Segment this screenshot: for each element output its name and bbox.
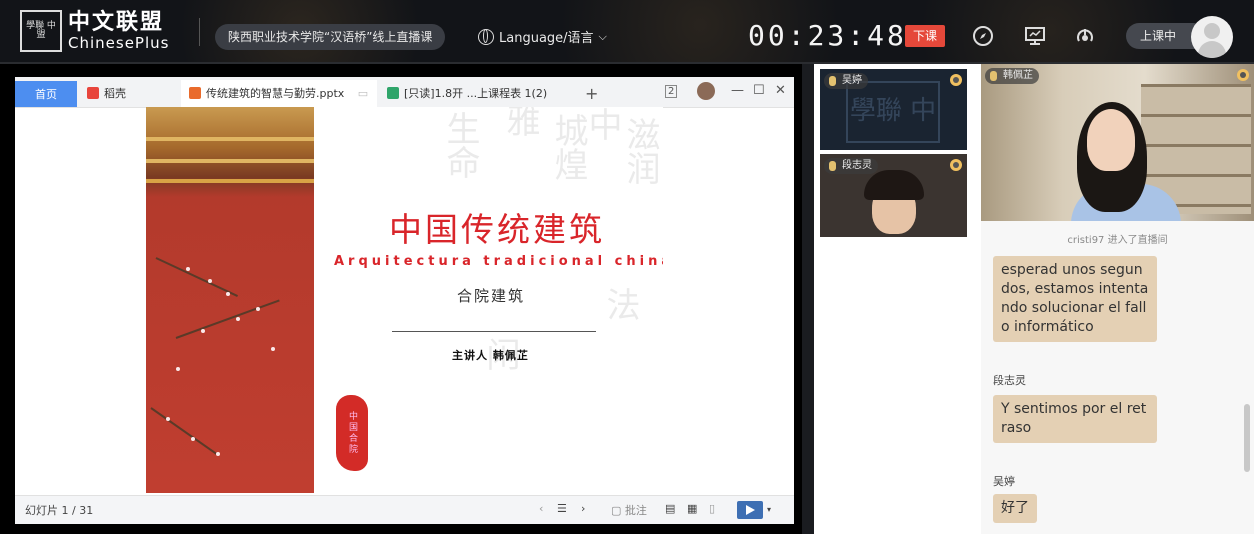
settings-icon[interactable] bbox=[950, 74, 962, 86]
slide-heading: 合院建筑 bbox=[457, 287, 526, 305]
panel-separator bbox=[802, 64, 814, 534]
participant-hair bbox=[864, 170, 924, 200]
participant-name: 段志灵 bbox=[824, 158, 878, 174]
slide-subtitle: Arquitectura tradicional china bbox=[334, 254, 663, 269]
settings-icon[interactable] bbox=[1237, 69, 1249, 81]
calligraphy-background: 法 bbox=[600, 287, 640, 321]
new-tab-button[interactable]: + bbox=[585, 80, 599, 107]
chat-message: Y sentimos por el retraso bbox=[993, 395, 1157, 443]
slide-canvas: 生命 雅 城煌 中 滋润 法 闲 中国传统建筑 Arquitectura tra… bbox=[146, 107, 663, 493]
tab-docer[interactable]: 稻壳 bbox=[83, 80, 183, 107]
course-title: 陕西职业技术学院“汉语桥”线上直播课 bbox=[215, 24, 446, 50]
placeholder-logo-icon: 學聯 中盟 bbox=[846, 81, 940, 143]
logo-english-text: ChinesePlus bbox=[68, 34, 170, 52]
right-panel: 學聯 中盟 吴婷 段志灵 韩佩芷 cristi97 进入了直播间 esperad… bbox=[814, 64, 1254, 534]
screen-share-icon[interactable] bbox=[1024, 25, 1046, 47]
logo-seal-icon: 學聯 中盟 bbox=[20, 10, 62, 52]
chat-sender: 段志灵 bbox=[993, 374, 1026, 387]
pin-icon[interactable]: ▭ bbox=[358, 87, 368, 100]
account-avatar[interactable] bbox=[697, 82, 715, 100]
chat-panel: cristi97 进入了直播间 esperad unos segundos, e… bbox=[981, 221, 1254, 534]
minimize-icon[interactable]: — bbox=[731, 83, 744, 98]
calligraphy-background: 滋润 bbox=[620, 117, 660, 185]
forbidden-city-image bbox=[146, 107, 314, 493]
participant-face bbox=[1087, 109, 1135, 171]
user-avatar[interactable] bbox=[1191, 16, 1233, 58]
slide-title: 中国传统建筑 bbox=[389, 210, 605, 249]
participant-name: 韩佩芷 bbox=[985, 68, 1039, 84]
settings-icon[interactable] bbox=[950, 159, 962, 171]
calligraphy-background: 雅 bbox=[500, 107, 540, 137]
compass-icon[interactable] bbox=[972, 25, 994, 47]
next-slide-icon[interactable]: › bbox=[581, 502, 585, 515]
broadcast-icon[interactable] bbox=[1074, 25, 1096, 47]
slide-author: 主讲人 韩佩芷 bbox=[452, 349, 529, 362]
slide-divider bbox=[392, 331, 596, 332]
normal-view-icon[interactable]: ▤ bbox=[665, 502, 675, 515]
tab-count-icon[interactable]: 2 bbox=[665, 85, 678, 98]
play-slideshow-button[interactable] bbox=[737, 501, 763, 519]
presentation-stage: 首页 稻壳 传统建筑的智慧与勤劳.pptx ▭ ● [只读]1.8开 ...上课… bbox=[0, 64, 802, 534]
join-notice: cristi97 进入了直播间 bbox=[1067, 235, 1168, 246]
chat-scrollbar[interactable] bbox=[1244, 404, 1250, 472]
calligraphy-background: 生命 bbox=[440, 111, 480, 179]
class-timer: 00:23:48 bbox=[748, 19, 907, 52]
chat-message: esperad unos segundos, estamos intentand… bbox=[993, 256, 1157, 342]
video-tile-hanpeizhi[interactable]: 韩佩芷 bbox=[981, 64, 1254, 221]
maximize-icon[interactable]: ☐ bbox=[753, 83, 765, 98]
reading-view-icon[interactable]: ▯ bbox=[709, 502, 715, 515]
chineseplus-logo: 學聯 中盟 中文联盟 ChinesePlus bbox=[20, 10, 169, 52]
annotate-button[interactable]: ▢ 批注 bbox=[611, 502, 647, 518]
top-bar: 學聯 中盟 中文联盟 ChinesePlus 陕西职业技术学院“汉语桥”线上直播… bbox=[0, 0, 1254, 64]
play-options-chevron-icon[interactable]: ▾ bbox=[767, 505, 771, 514]
tab-bar: 首页 稻壳 传统建筑的智慧与勤劳.pptx ▭ ● [只读]1.8开 ...上课… bbox=[15, 77, 794, 108]
wps-presentation-window: 首页 稻壳 传统建筑的智慧与勤劳.pptx ▭ ● [只读]1.8开 ...上课… bbox=[15, 77, 794, 524]
prev-slide-icon[interactable]: ‹ bbox=[539, 502, 543, 515]
pptx-file-icon bbox=[189, 87, 201, 99]
logo-chinese-text: 中文联盟 bbox=[68, 9, 165, 35]
tab-home[interactable]: 首页 bbox=[15, 81, 77, 107]
language-selector[interactable]: Language/语言 ⌵ bbox=[478, 27, 607, 46]
chat-sender: 吴婷 bbox=[993, 475, 1015, 488]
chat-message: 好了 bbox=[993, 494, 1037, 523]
tab-spreadsheet[interactable]: [只读]1.8开 ...上课程表 1(2) bbox=[381, 80, 577, 107]
participant-name: 吴婷 bbox=[824, 73, 868, 89]
header-divider bbox=[199, 18, 200, 46]
language-label: Language/语言 bbox=[499, 31, 594, 46]
slide-list-icon[interactable]: ☰ bbox=[557, 502, 567, 515]
slide-counter: 幻灯片 1 / 31 bbox=[25, 504, 94, 517]
close-icon[interactable]: ✕ bbox=[775, 83, 786, 98]
red-seal-stamp: 中国合院 bbox=[336, 395, 368, 471]
annotate-icon: ▢ bbox=[611, 504, 622, 517]
spreadsheet-file-icon bbox=[387, 87, 399, 99]
globe-icon bbox=[478, 28, 494, 45]
chevron-down-icon: ⌵ bbox=[598, 29, 607, 43]
docer-icon bbox=[87, 87, 99, 99]
video-tile-wuting[interactable]: 學聯 中盟 吴婷 bbox=[820, 69, 967, 150]
tab-pptx[interactable]: 传统建筑的智慧与勤劳.pptx ▭ ● bbox=[181, 80, 377, 107]
slide-status-bar: 幻灯片 1 / 31 ‹ ☰ › ▢ 批注 ▤ ▦ ▯ ▾ bbox=[15, 495, 794, 524]
end-class-button[interactable]: 下课 bbox=[905, 25, 945, 47]
grid-view-icon[interactable]: ▦ bbox=[687, 502, 697, 515]
video-tile-duanzhiling[interactable]: 段志灵 bbox=[820, 154, 967, 237]
